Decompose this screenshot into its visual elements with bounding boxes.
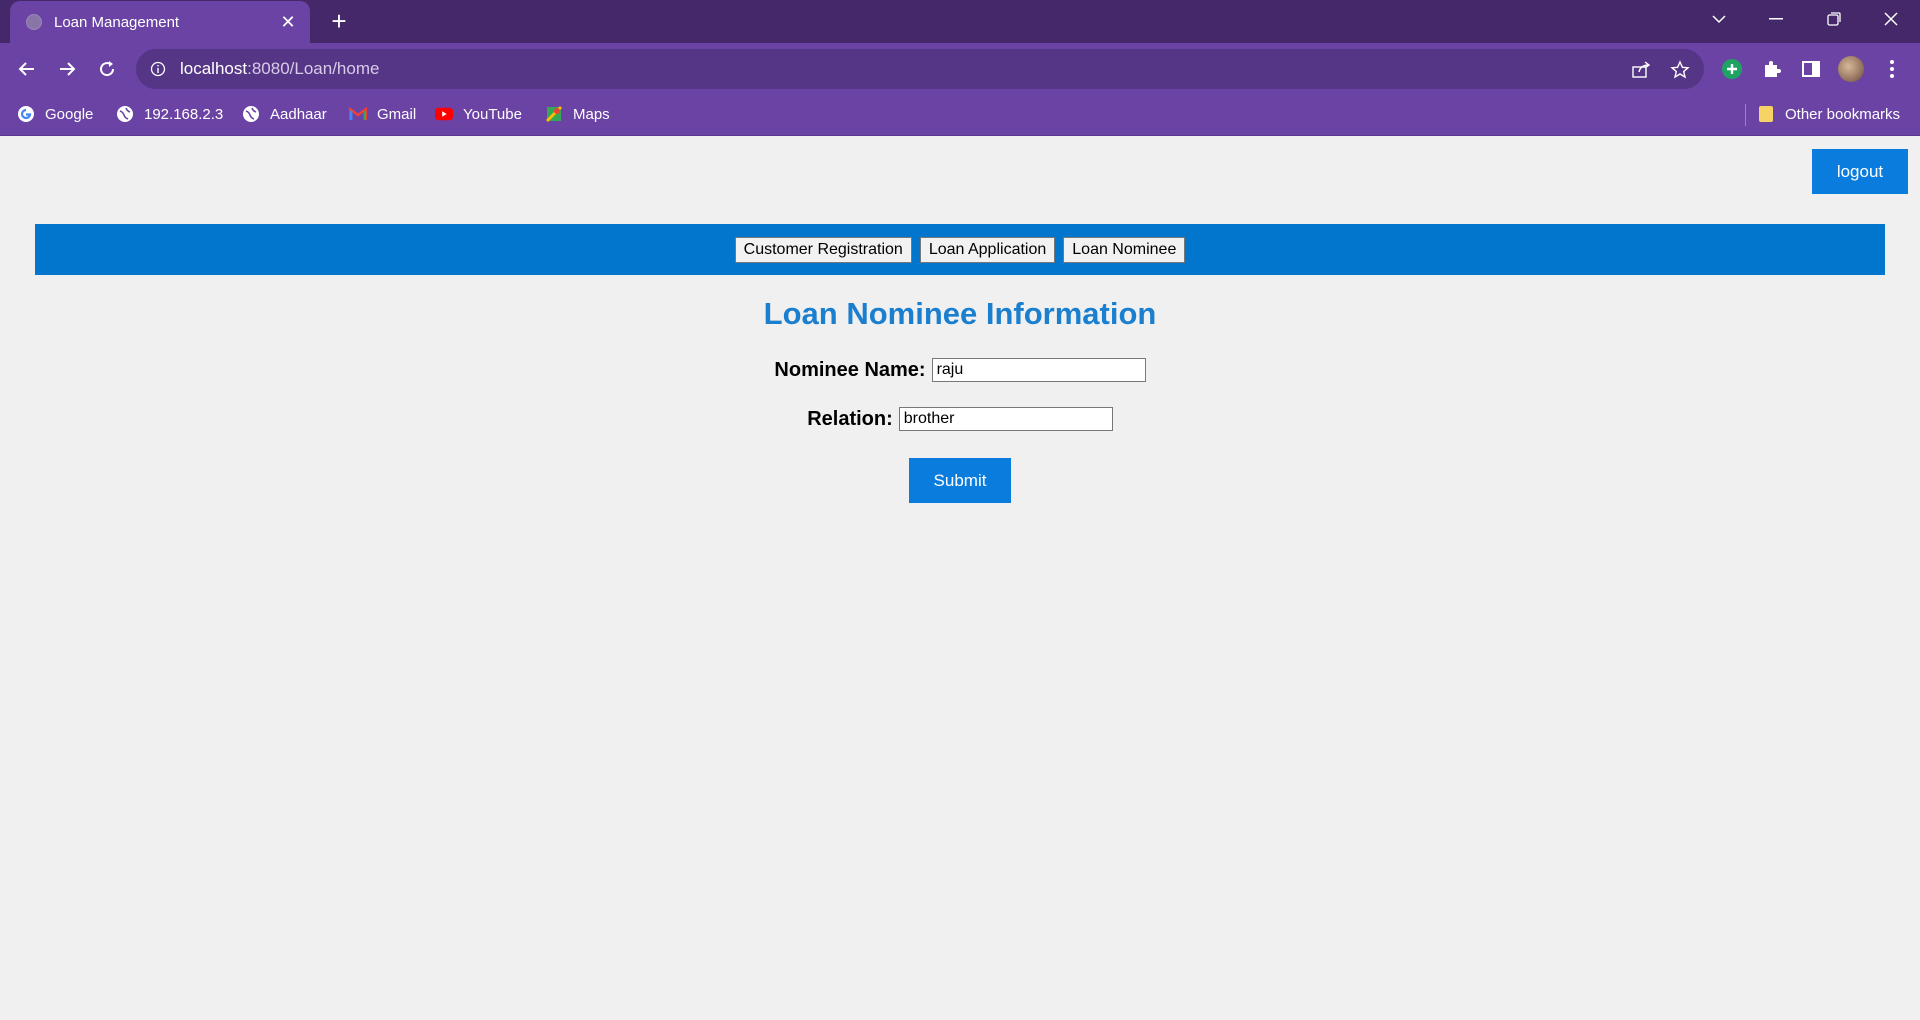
- bookmarks-separator: [1745, 104, 1746, 126]
- nominee-name-row: Nominee Name:: [0, 358, 1920, 382]
- tab-search-icon[interactable]: [1690, 0, 1748, 38]
- youtube-icon: [435, 105, 453, 123]
- globe-icon: [26, 14, 42, 30]
- page-title: Loan Nominee Information: [763, 296, 1157, 331]
- bookmark-google[interactable]: Google: [17, 102, 93, 126]
- back-icon[interactable]: [10, 52, 44, 86]
- relation-label: Relation:: [807, 407, 893, 430]
- bookmarks-bar: Google 192.168.2.3 Aadhaar Gmail YouTube…: [0, 94, 1920, 136]
- share-icon[interactable]: [1630, 59, 1652, 81]
- page-content: logout Customer Registration Loan Applic…: [0, 136, 1920, 1020]
- browser-titlebar: Loan Management ✕ +: [0, 0, 1920, 43]
- nominee-name-input[interactable]: [931, 358, 1146, 382]
- bookmark-label: Google: [45, 105, 94, 123]
- folder-icon: [1757, 105, 1775, 123]
- relation-input[interactable]: [898, 407, 1113, 431]
- nav-customer-registration[interactable]: Customer Registration: [734, 236, 912, 263]
- other-bookmarks-label: Other bookmarks: [1785, 105, 1901, 123]
- url-path: :8080/Loan/home: [247, 59, 380, 78]
- site-info-icon[interactable]: [148, 59, 168, 79]
- maps-icon: [545, 105, 563, 123]
- logout-button[interactable]: logout: [1812, 149, 1908, 194]
- side-panel-icon[interactable]: [1798, 56, 1824, 82]
- globe-icon: [242, 105, 260, 123]
- nav-loan-nominee[interactable]: Loan Nominee: [1063, 236, 1186, 263]
- bookmark-label: Aadhaar: [270, 105, 327, 123]
- bookmark-label: YouTube: [463, 105, 522, 123]
- browser-toolbar: localhost:8080/Loan/home: [0, 43, 1920, 94]
- restore-icon[interactable]: [1805, 0, 1863, 38]
- extension-plus-icon[interactable]: [1719, 56, 1745, 82]
- bookmark-gmail[interactable]: Gmail: [349, 102, 416, 126]
- close-tab-icon[interactable]: ✕: [276, 12, 300, 33]
- menu-icon[interactable]: [1879, 56, 1905, 82]
- address-bar[interactable]: localhost:8080/Loan/home: [136, 49, 1704, 89]
- nav-bar: Customer Registration Loan Application L…: [35, 224, 1885, 275]
- reload-icon[interactable]: [90, 52, 124, 86]
- profile-avatar[interactable]: [1838, 56, 1864, 82]
- bookmark-label: Maps: [573, 105, 610, 123]
- bookmark-label: 192.168.2.3: [144, 105, 224, 123]
- bookmark-ip[interactable]: 192.168.2.3: [116, 102, 223, 126]
- extensions-puzzle-icon[interactable]: [1759, 56, 1785, 82]
- close-window-icon[interactable]: [1862, 0, 1920, 38]
- minimize-icon[interactable]: [1747, 0, 1805, 38]
- new-tab-icon[interactable]: +: [324, 6, 354, 36]
- relation-row: Relation:: [0, 407, 1920, 431]
- bookmark-aadhaar[interactable]: Aadhaar: [242, 102, 327, 126]
- url-host: localhost: [180, 59, 248, 78]
- other-bookmarks[interactable]: Other bookmarks: [1757, 102, 1900, 126]
- gmail-icon: [349, 105, 367, 123]
- browser-tab[interactable]: Loan Management ✕: [10, 1, 310, 43]
- bookmark-star-icon[interactable]: [1669, 59, 1691, 81]
- globe-icon: [116, 105, 134, 123]
- tab-title: Loan Management: [54, 13, 180, 31]
- forward-icon[interactable]: [50, 52, 84, 86]
- bookmark-maps[interactable]: Maps: [545, 102, 610, 126]
- nominee-name-label: Nominee Name:: [774, 358, 926, 381]
- nav-loan-application[interactable]: Loan Application: [919, 236, 1056, 263]
- submit-button[interactable]: Submit: [909, 458, 1011, 503]
- google-icon: [17, 105, 35, 123]
- bookmark-label: Gmail: [377, 105, 417, 123]
- bookmark-youtube[interactable]: YouTube: [435, 102, 522, 126]
- address-url: localhost:8080/Loan/home: [180, 59, 379, 79]
